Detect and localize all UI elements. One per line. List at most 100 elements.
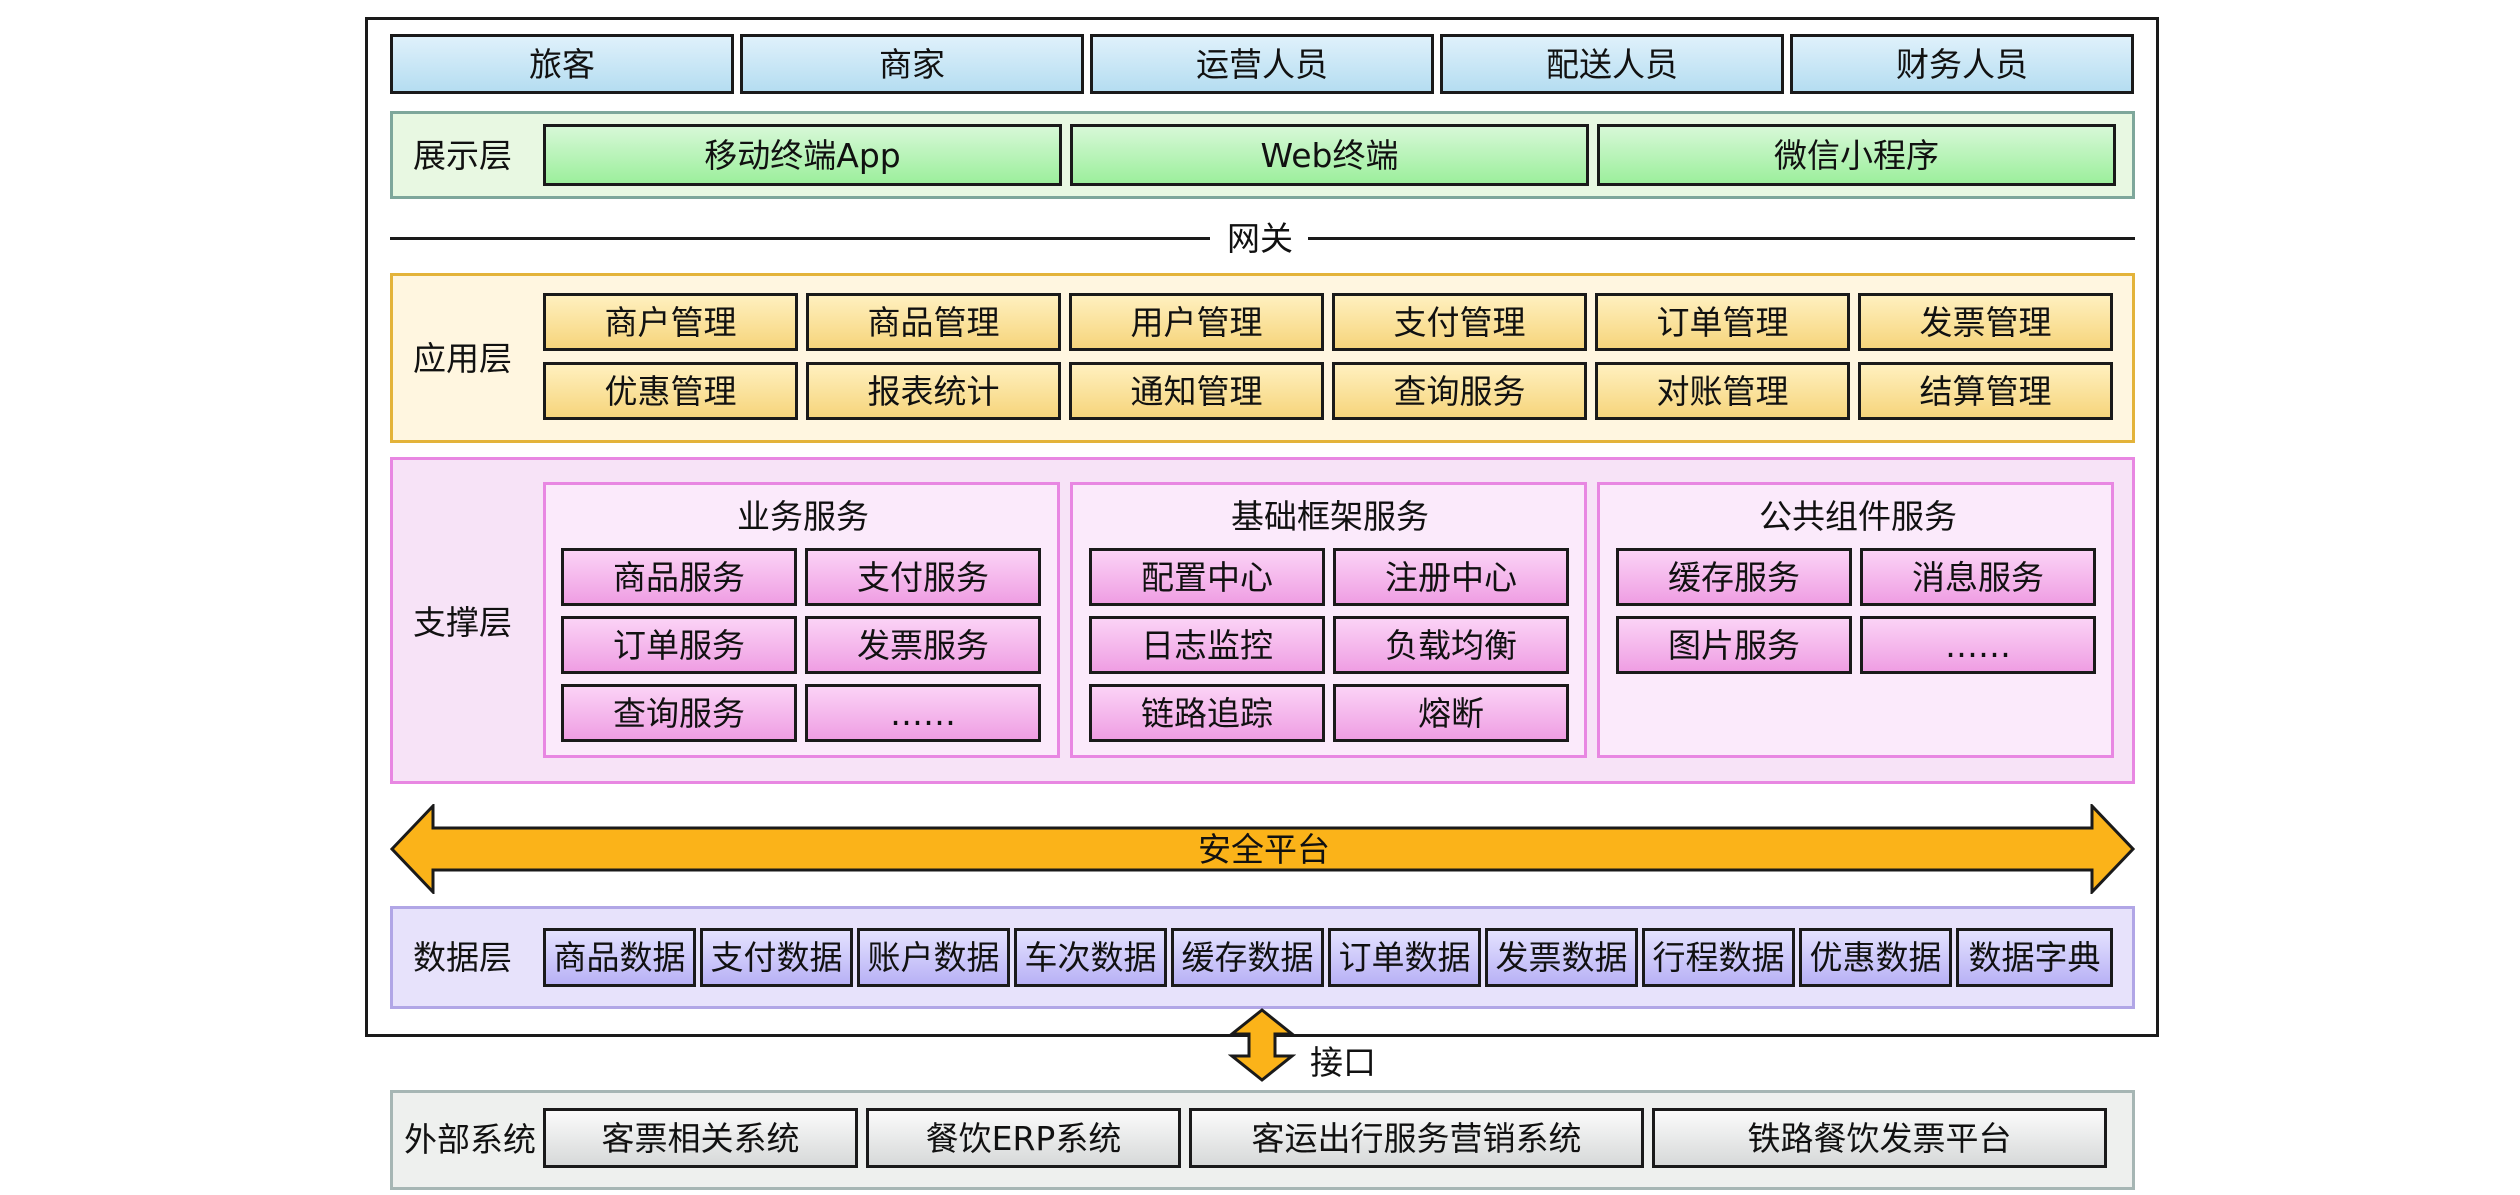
user-box-finance: 财务人员 bbox=[1790, 34, 2134, 94]
framework-service: 配置中心 bbox=[1089, 548, 1325, 606]
external-system-label: 餐饮ERP系统 bbox=[925, 1118, 1122, 1158]
support-layer-label: 支撑层 bbox=[413, 603, 512, 642]
presentation-item-web: Web终端 bbox=[1070, 124, 1589, 186]
data-layer-label: 数据层 bbox=[413, 938, 512, 977]
business-service: 商品服务 bbox=[561, 548, 797, 606]
user-label: 配送人员 bbox=[1546, 44, 1678, 84]
application-layer-label: 应用层 bbox=[413, 339, 512, 378]
common-service: 缓存服务 bbox=[1616, 548, 1852, 606]
presentation-item-miniprogram: 微信小程序 bbox=[1597, 124, 2116, 186]
business-services-title: 业务服务 bbox=[737, 497, 869, 536]
gateway-line-right bbox=[1308, 237, 2135, 240]
presentation-item-label: 微信小程序 bbox=[1774, 135, 1939, 175]
user-label: 商家 bbox=[879, 44, 945, 84]
framework-services-title: 基础框架服务 bbox=[1231, 497, 1429, 536]
service-label: 消息服务 bbox=[1912, 557, 2044, 597]
framework-service: 注册中心 bbox=[1333, 548, 1569, 606]
external-system-label: 铁路餐饮发票平台 bbox=[1747, 1118, 2012, 1158]
app-module: 用户管理 bbox=[1069, 293, 1324, 351]
presentation-layer-label: 展示层 bbox=[413, 136, 512, 175]
data-item-label: 数据字典 bbox=[1968, 938, 2101, 977]
app-module: 订单管理 bbox=[1595, 293, 1850, 351]
app-module-label: 结算管理 bbox=[1919, 371, 2052, 411]
business-service: …… bbox=[805, 684, 1041, 742]
user-box-merchant: 商家 bbox=[740, 34, 1084, 94]
external-system: 客运出行服务营销系统 bbox=[1189, 1108, 1644, 1168]
user-label: 旅客 bbox=[529, 44, 595, 84]
external-system-label: 客运出行服务营销系统 bbox=[1251, 1118, 1582, 1158]
framework-service: 链路追踪 bbox=[1089, 684, 1325, 742]
data-item: 缓存数据 bbox=[1171, 928, 1324, 987]
interface-arrow bbox=[1228, 1008, 1296, 1082]
common-service: 图片服务 bbox=[1616, 616, 1852, 674]
framework-service: 日志监控 bbox=[1089, 616, 1325, 674]
app-module-label: 对账管理 bbox=[1656, 371, 1789, 411]
app-module-label: 用户管理 bbox=[1130, 302, 1263, 342]
user-label: 运营人员 bbox=[1196, 44, 1328, 84]
service-label: 缓存服务 bbox=[1668, 557, 1800, 597]
external-system-label: 客票相关系统 bbox=[601, 1118, 800, 1158]
data-item-label: 账户数据 bbox=[867, 938, 1000, 977]
app-module: 对账管理 bbox=[1595, 362, 1850, 420]
app-module-label: 订单管理 bbox=[1656, 302, 1789, 342]
data-item-label: 订单数据 bbox=[1338, 938, 1471, 977]
data-item-label: 发票数据 bbox=[1495, 938, 1628, 977]
service-label: 配置中心 bbox=[1141, 557, 1273, 597]
app-module: 支付管理 bbox=[1332, 293, 1587, 351]
service-label: 订单服务 bbox=[613, 625, 745, 665]
external-system: 客票相关系统 bbox=[543, 1108, 858, 1168]
app-module-label: 发票管理 bbox=[1919, 302, 2052, 342]
data-item: 优惠数据 bbox=[1799, 928, 1952, 987]
external-system: 铁路餐饮发票平台 bbox=[1652, 1108, 2107, 1168]
data-item: 账户数据 bbox=[857, 928, 1010, 987]
user-box-operator: 运营人员 bbox=[1090, 34, 1434, 94]
common-service: 消息服务 bbox=[1860, 548, 2096, 606]
service-label: 注册中心 bbox=[1385, 557, 1517, 597]
app-module: 报表统计 bbox=[806, 362, 1061, 420]
framework-service: 负载均衡 bbox=[1333, 616, 1569, 674]
data-item: 数据字典 bbox=[1956, 928, 2113, 987]
business-service: 发票服务 bbox=[805, 616, 1041, 674]
business-service: 订单服务 bbox=[561, 616, 797, 674]
gateway-label: 网关 bbox=[1227, 219, 1293, 258]
data-item-label: 优惠数据 bbox=[1809, 938, 1942, 977]
app-module: 查询服务 bbox=[1332, 362, 1587, 420]
app-module: 商户管理 bbox=[543, 293, 798, 351]
framework-service: 熔断 bbox=[1333, 684, 1569, 742]
app-module-label: 商户管理 bbox=[604, 302, 737, 342]
service-label: 支付服务 bbox=[857, 557, 989, 597]
service-label: 发票服务 bbox=[857, 625, 989, 665]
data-item-label: 缓存数据 bbox=[1181, 938, 1314, 977]
external-systems-label: 外部系统 bbox=[404, 1120, 536, 1159]
app-module: 商品管理 bbox=[806, 293, 1061, 351]
service-label: 图片服务 bbox=[1668, 625, 1800, 665]
service-label: 负载均衡 bbox=[1385, 625, 1517, 665]
app-module-label: 商品管理 bbox=[867, 302, 1000, 342]
app-module-label: 优惠管理 bbox=[604, 371, 737, 411]
external-system: 餐饮ERP系统 bbox=[866, 1108, 1181, 1168]
data-item: 发票数据 bbox=[1485, 928, 1638, 987]
service-label: 查询服务 bbox=[613, 693, 745, 733]
app-module: 通知管理 bbox=[1069, 362, 1324, 420]
presentation-item-app: 移动终端App bbox=[543, 124, 1062, 186]
user-box-delivery: 配送人员 bbox=[1440, 34, 1784, 94]
data-item: 行程数据 bbox=[1642, 928, 1795, 987]
app-module: 优惠管理 bbox=[543, 362, 798, 420]
data-item: 订单数据 bbox=[1328, 928, 1481, 987]
app-module-label: 通知管理 bbox=[1130, 371, 1263, 411]
service-label: 日志监控 bbox=[1141, 625, 1273, 665]
gateway-line-left bbox=[390, 237, 1210, 240]
data-item: 商品数据 bbox=[543, 928, 696, 987]
app-module-label: 查询服务 bbox=[1393, 371, 1526, 411]
app-module: 发票管理 bbox=[1858, 293, 2113, 351]
service-label: 链路追踪 bbox=[1141, 693, 1273, 733]
service-label: …… bbox=[1945, 625, 2011, 665]
data-item-label: 行程数据 bbox=[1652, 938, 1785, 977]
app-module-label: 报表统计 bbox=[867, 371, 1000, 411]
common-services-title: 公共组件服务 bbox=[1759, 497, 1957, 536]
security-platform-label: 安全平台 bbox=[1198, 830, 1330, 869]
user-box-tourist: 旅客 bbox=[390, 34, 734, 94]
business-service: 查询服务 bbox=[561, 684, 797, 742]
common-service: …… bbox=[1860, 616, 2096, 674]
service-label: 商品服务 bbox=[613, 557, 745, 597]
